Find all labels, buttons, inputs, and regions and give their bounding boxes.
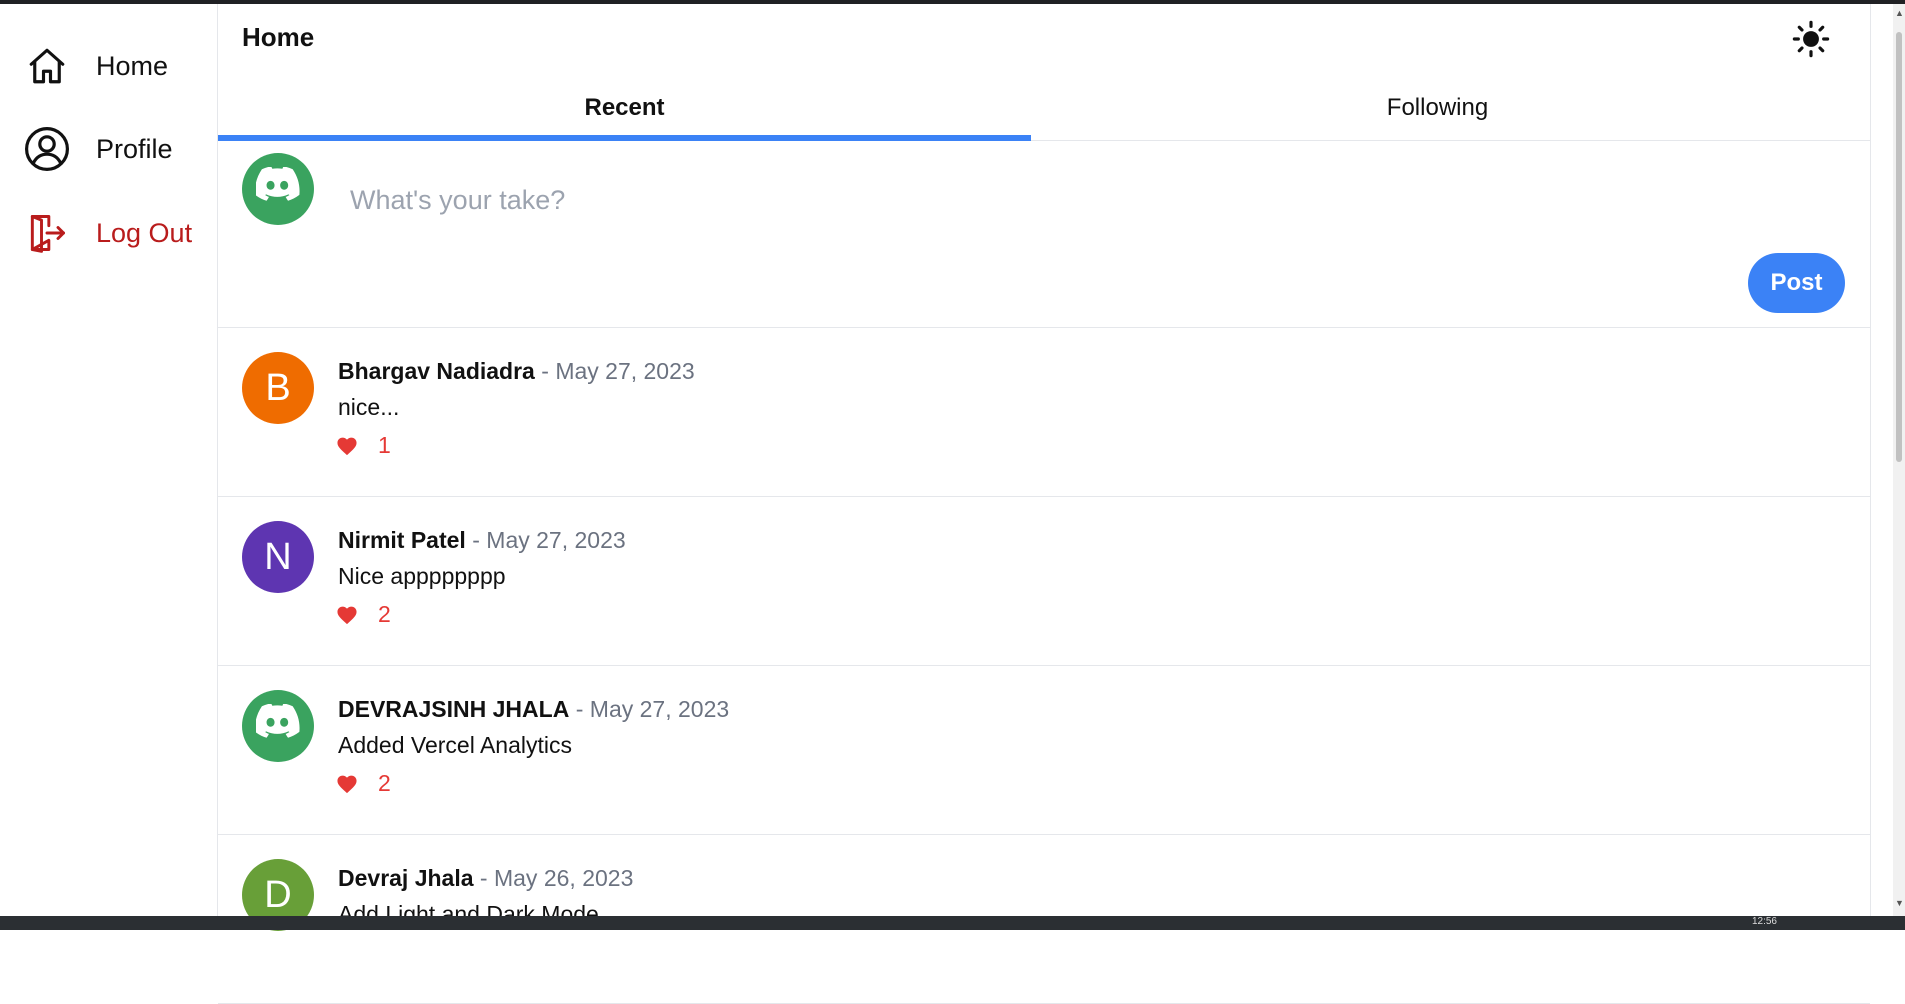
user-circle-icon (22, 124, 72, 174)
post-text: Nice apppppppp (338, 563, 506, 589)
os-taskbar: 12:56 (0, 916, 1905, 930)
post-item: N Nirmit Patel - May 27, 2023 Nice apppp… (218, 497, 1870, 666)
post-author[interactable]: Nirmit Patel (338, 527, 466, 553)
post-header: DEVRAJSINH JHALA - May 27, 2023 (338, 696, 729, 723)
post-text: Added Vercel Analytics (338, 732, 572, 758)
post-date: May 27, 2023 (555, 358, 695, 384)
discord-icon (255, 166, 300, 211)
like-count: 1 (378, 432, 391, 458)
tab-following[interactable]: Following (1031, 76, 1844, 140)
avatar: N (242, 521, 314, 593)
like-button[interactable]: 2 (336, 601, 391, 628)
heart-icon (336, 433, 362, 459)
main-feed: Home Recent Following What's your take? … (218, 4, 1871, 1004)
scroll-up-arrow-icon[interactable]: ▲ (1895, 8, 1904, 18)
heart-icon (336, 771, 362, 797)
scroll-down-arrow-icon[interactable]: ▼ (1895, 898, 1904, 908)
post-item: B Bhargav Nadiadra - May 27, 2023 nice..… (218, 328, 1870, 497)
post-author[interactable]: Devraj Jhala (338, 865, 474, 891)
feed-tabs: Recent Following (218, 76, 1870, 141)
post-header: Nirmit Patel - May 27, 2023 (338, 527, 626, 554)
taskbar-clock: 12:56 (1751, 916, 1777, 927)
separator: - (472, 527, 480, 553)
like-count: 2 (378, 601, 391, 627)
separator: - (541, 358, 549, 384)
post-text: nice... (338, 394, 400, 420)
like-button[interactable]: 2 (336, 770, 391, 797)
logout-icon (22, 208, 72, 258)
sidebar-item-profile[interactable]: Profile (22, 124, 173, 174)
avatar (242, 690, 314, 762)
sidebar-item-label: Log Out (96, 217, 193, 248)
avatar (242, 153, 314, 225)
post-input[interactable] (348, 169, 1832, 231)
like-button[interactable]: 1 (336, 432, 391, 459)
sidebar: Home Profile Log Out (0, 4, 218, 916)
discord-icon (255, 703, 300, 748)
separator: - (479, 865, 488, 891)
post-item: DEVRAJSINH JHALA - May 27, 2023 Added Ve… (218, 666, 1870, 835)
scrollbar-thumb[interactable] (1896, 32, 1902, 462)
home-icon (22, 41, 72, 91)
separator: - (575, 696, 584, 722)
sidebar-item-label: Profile (96, 133, 173, 164)
post-author[interactable]: DEVRAJSINH JHALA (338, 696, 569, 722)
post-header: Devraj Jhala - May 26, 2023 (338, 865, 633, 892)
post-author[interactable]: Bhargav Nadiadra (338, 358, 535, 384)
sidebar-item-home[interactable]: Home (22, 41, 168, 91)
theme-toggle-button[interactable] (1788, 18, 1834, 64)
tab-recent[interactable]: Recent (218, 76, 1031, 141)
page-title: Home (242, 22, 315, 52)
post-date: May 26, 2023 (493, 865, 634, 891)
post-header: Bhargav Nadiadra - May 27, 2023 (338, 358, 695, 385)
post-date: May 27, 2023 (486, 527, 626, 553)
sun-icon (1792, 20, 1830, 63)
sidebar-item-label: Home (96, 50, 169, 81)
sidebar-item-logout[interactable]: Log Out (22, 208, 192, 258)
post-date: May 27, 2023 (589, 696, 730, 722)
post-composer: Post (218, 141, 1870, 328)
post-list: B Bhargav Nadiadra - May 27, 2023 nice..… (218, 328, 1870, 1004)
page-scrollbar[interactable]: ▲ ▼ (1893, 4, 1905, 916)
avatar: B (242, 352, 314, 424)
post-button[interactable]: Post (1748, 253, 1845, 313)
like-count: 2 (378, 770, 391, 796)
heart-icon (336, 602, 362, 628)
